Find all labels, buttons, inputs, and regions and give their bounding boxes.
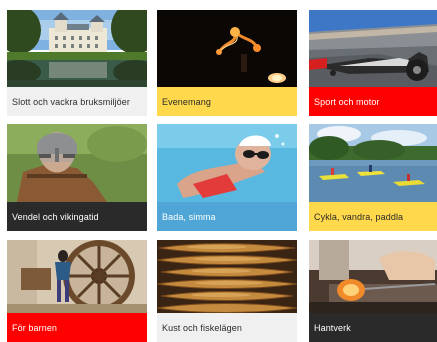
category-tile-evenemang[interactable]: Evenemang xyxy=(157,10,297,116)
category-tile-bada[interactable]: Bada, simma xyxy=(157,124,297,231)
category-label: Bada, simma xyxy=(157,202,297,231)
viking-helmet-man-image xyxy=(7,124,147,202)
category-tile-barnen[interactable]: För barnen xyxy=(7,240,147,342)
category-tile-vendel[interactable]: Vendel och vikingatid xyxy=(7,124,147,231)
category-tile-slott[interactable]: Slott och vackra bruksmiljöer xyxy=(7,10,147,116)
category-tile-sport[interactable]: Sport och motor xyxy=(309,10,437,116)
category-label: Evenemang xyxy=(157,87,297,116)
category-grid: Slott och vackra bruksmiljöer Evenemang xyxy=(0,0,437,342)
swimmer-underwater-image xyxy=(157,124,297,202)
category-label: Kust och fiskelägen xyxy=(157,313,297,342)
category-label: Cykla, vandra, paddla xyxy=(309,202,437,231)
category-label: Slott och vackra bruksmiljöer xyxy=(7,87,147,116)
fire-juggling-night-image xyxy=(157,10,297,87)
category-tile-kust[interactable]: Kust och fiskelägen xyxy=(157,240,297,342)
category-label: Vendel och vikingatid xyxy=(7,202,147,231)
glassblowing-image xyxy=(309,240,437,313)
category-tile-hantverk[interactable]: Hantverk xyxy=(309,240,437,342)
category-tile-cykla[interactable]: Cykla, vandra, paddla xyxy=(309,124,437,231)
smoked-herring-image xyxy=(157,240,297,313)
kayaks-on-lake-image xyxy=(309,124,437,202)
dragster-race-image xyxy=(309,10,437,87)
category-label: Hantverk xyxy=(309,313,437,342)
category-label: Sport och motor xyxy=(309,87,437,116)
castle-by-lake-image xyxy=(7,10,147,87)
category-label: För barnen xyxy=(7,313,147,342)
child-by-mill-wheel-image xyxy=(7,240,147,313)
